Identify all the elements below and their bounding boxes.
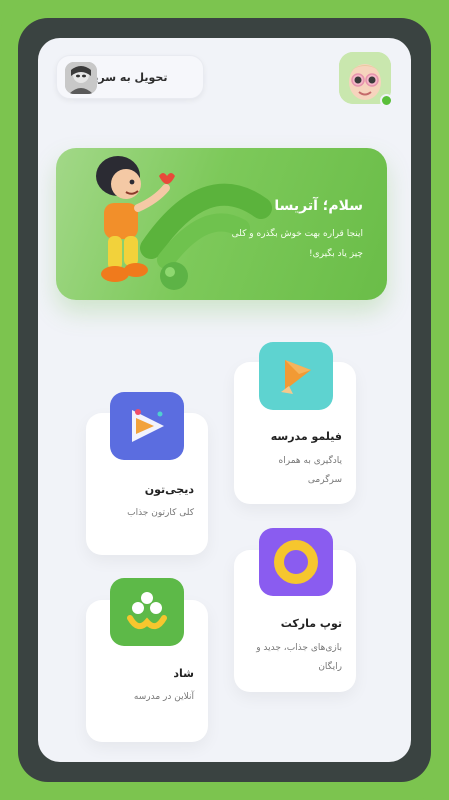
greeting-title: سلام؛ آتریسا [274, 198, 363, 214]
app-card-desc: آنلاین در مدرسه [133, 692, 194, 702]
shad-logo-icon[interactable] [110, 578, 184, 646]
app-card-desc: بازی‌های جذاب، جدید و رایگان [256, 643, 342, 672]
app-card-desc: کلی کارتون جذاب [127, 508, 194, 518]
app-card-title: فیلمو مدرسه [270, 430, 342, 443]
app-card-title: دیجی‌تون [144, 483, 194, 496]
online-status-dot [380, 94, 393, 107]
ring-icon[interactable] [259, 528, 333, 596]
guardian-avatar [65, 62, 97, 94]
app-card-title: شاد [173, 667, 194, 680]
app-card-title: توپ مارکت [280, 617, 342, 630]
app-screen: تحویل به سرپرست سلام؛ آتریسا اینجا قراره… [38, 38, 411, 762]
greeting-text: اینجا قراره بهت خوش بگذره و کلی چیز یاد … [231, 229, 363, 259]
filimo-pencil-play-icon[interactable] [259, 342, 333, 410]
deliver-to-guardian-button[interactable]: تحویل به سرپرست [56, 55, 204, 99]
digitoon-play-icon[interactable] [110, 392, 184, 460]
app-card-desc: یادگیری به همراه سرگرمی [278, 456, 342, 485]
welcome-banner: سلام؛ آتریسا اینجا قراره بهت خوش بگذره و… [56, 148, 387, 300]
